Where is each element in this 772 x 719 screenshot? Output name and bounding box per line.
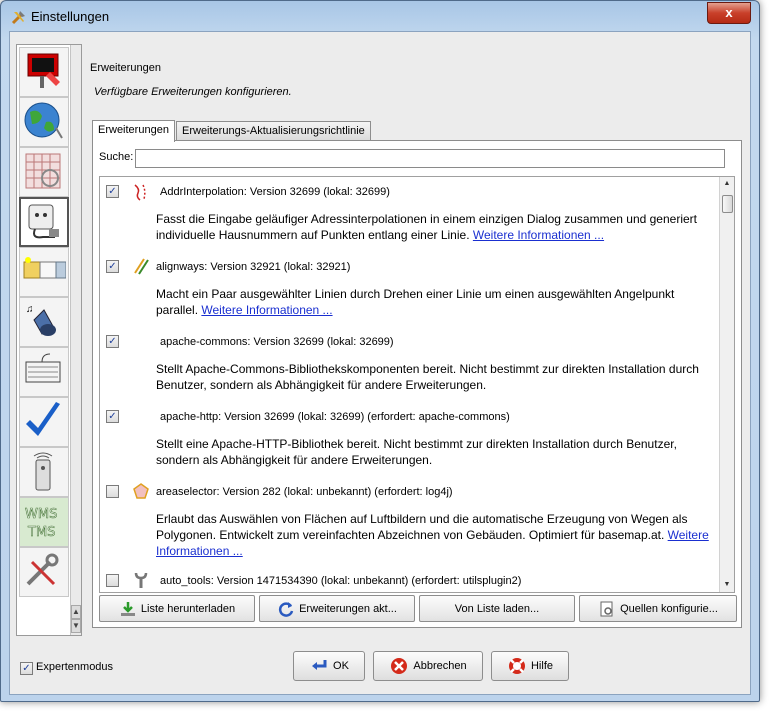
sidebar-scroll-down[interactable]: ▼	[71, 619, 81, 633]
wrench-icon	[134, 572, 148, 588]
sidebar-item-files[interactable]	[19, 247, 69, 297]
scroll-down-arrow[interactable]: ▼	[720, 578, 734, 592]
section-title: Erweiterungen	[90, 62, 161, 74]
refresh-icon	[279, 602, 294, 617]
title-bar: Einstellungen x	[1, 1, 759, 31]
cancel-button[interactable]: Abbrechen	[373, 651, 483, 681]
globe-icon	[24, 102, 63, 139]
address-interpolation-icon	[134, 184, 146, 201]
plugin-description-text: Fasst die Eingabe geläufiger Adressinter…	[156, 212, 697, 242]
ok-button[interactable]: OK	[293, 651, 365, 681]
speaker-icon: ♫	[26, 304, 56, 336]
svg-text:TMS: TMS	[27, 525, 55, 540]
settings-app-icon	[11, 11, 25, 25]
paint-roller-icon	[27, 53, 60, 88]
sidebar-scrollbar[interactable]: ▲ ▼	[70, 45, 81, 635]
plugin-description: Fasst die Eingabe geläufiger Adressinter…	[156, 211, 716, 243]
help-label: Hilfe	[530, 660, 553, 672]
sidebar-item-imagery[interactable]	[19, 147, 69, 197]
tools-icon	[26, 553, 59, 586]
sidebar-item-plugins[interactable]	[19, 197, 69, 247]
sidebar-item-projection[interactable]	[19, 97, 69, 147]
search-input[interactable]	[135, 149, 725, 168]
search-label: Suche:	[99, 151, 134, 163]
plugin-header: auto_tools: Version 1471534390 (lokal: u…	[160, 575, 522, 587]
folders-icon	[23, 257, 67, 279]
sidebar-item-shortcuts[interactable]	[19, 347, 69, 397]
plugin-header: alignways: Version 32921 (lokal: 32921)	[156, 261, 351, 273]
svg-text:WMS: WMS	[25, 507, 57, 522]
plugin-description: Macht ein Paar ausgewählter Linien durch…	[156, 286, 716, 318]
sidebar-item-validator[interactable]	[19, 397, 69, 447]
tab-update-policy[interactable]: Erweiterungs-Aktualisierungsrichtlinie	[176, 121, 371, 141]
cancel-icon	[391, 658, 408, 675]
load-from-list-label: Von Liste laden...	[454, 603, 540, 615]
scroll-up-arrow[interactable]: ▲	[720, 177, 734, 191]
plugin-list: ✓ AddrInterpolation: Version 32699 (loka…	[99, 176, 735, 593]
sidebar-item-wms-tms[interactable]: WMS TMS	[19, 497, 69, 547]
more-info-link[interactable]: Weitere Informationen ...	[473, 228, 604, 242]
sidebar-item-tools[interactable]	[19, 547, 69, 597]
update-plugins-button[interactable]: Erweiterungen akt...	[259, 595, 415, 622]
settings-window: Einstellungen x ♫ WMS TMS ▲ ▼ Erweiterun…	[0, 0, 760, 702]
plugin-button-bar: Liste herunterladen Erweiterungen akt...…	[99, 595, 739, 623]
cancel-label: Abbrechen	[413, 660, 467, 672]
sidebar-scroll-up[interactable]: ▲	[71, 605, 81, 619]
close-button[interactable]: x	[707, 2, 751, 24]
wms-tms-icon: WMS TMS	[25, 507, 58, 541]
download-icon	[120, 602, 135, 617]
settings-sidebar: ♫ WMS TMS ▲ ▼	[16, 44, 82, 636]
tab-plugins[interactable]: Erweiterungen	[92, 120, 175, 142]
grid-map-icon	[25, 153, 61, 189]
plugin-checkbox[interactable]	[106, 574, 119, 587]
plugin-header: areaselector: Version 282 (lokal: unbeka…	[156, 486, 453, 498]
plugin-checkbox[interactable]	[106, 485, 119, 498]
download-list-button[interactable]: Liste herunterladen	[99, 595, 255, 622]
expert-mode-checkbox[interactable]: ✓	[20, 662, 33, 675]
ok-label: OK	[333, 660, 349, 672]
ok-arrow-icon	[312, 660, 327, 671]
help-button[interactable]: Hilfe	[491, 651, 569, 681]
download-list-label: Liste herunterladen	[140, 603, 236, 615]
plugin-header: apache-http: Version 32699 (lokal: 32699…	[160, 411, 510, 423]
expert-mode-label: Expertenmodus	[36, 661, 114, 673]
scroll-thumb[interactable]	[722, 195, 733, 213]
remote-control-icon	[33, 452, 53, 491]
more-info-link[interactable]: Weitere Informationen ...	[201, 303, 332, 317]
sidebar-item-audio[interactable]: ♫	[19, 297, 69, 347]
sidebar-item-display[interactable]	[19, 47, 69, 97]
client-area: ♫ WMS TMS ▲ ▼ Erweiterungen Verfügbare E…	[9, 31, 751, 695]
section-subtitle: Verfügbare Erweiterungen konfigurieren.	[94, 86, 292, 98]
checkmark-icon	[26, 402, 60, 436]
plugin-description-text: Erlaubt das Auswählen von Flächen auf Lu…	[156, 512, 688, 542]
plugin-description: Stellt Apache-Commons-Bibliothekskompone…	[156, 362, 699, 392]
plugin-checkbox[interactable]: ✓	[106, 260, 119, 273]
update-plugins-label: Erweiterungen akt...	[299, 603, 397, 615]
load-from-list-button[interactable]: Von Liste laden...	[419, 595, 575, 622]
alignways-icon	[134, 258, 149, 275]
plugin-checkbox[interactable]: ✓	[106, 335, 119, 348]
sidebar-item-remote[interactable]	[19, 447, 69, 497]
plugin-description: Stellt eine Apache-HTTP-Bibliothek berei…	[156, 437, 677, 467]
plugins-panel: Suche: ✓ AddrInterpolation: Version 3269…	[92, 140, 742, 628]
plugin-header: apache-commons: Version 32699 (lokal: 32…	[160, 336, 394, 348]
help-lifebuoy-icon	[508, 658, 525, 675]
areaselector-icon	[133, 483, 149, 499]
plugin-checkbox[interactable]: ✓	[106, 185, 119, 198]
plugin-checkbox[interactable]: ✓	[106, 410, 119, 423]
configure-sources-icon	[600, 601, 613, 617]
configure-sources-label: Quellen konfigurie...	[620, 603, 718, 615]
keyboard-icon	[25, 353, 61, 383]
configure-sources-button[interactable]: Quellen konfigurie...	[579, 595, 737, 622]
plugin-description: Erlaubt das Auswählen von Flächen auf Lu…	[156, 511, 716, 559]
plugin-list-scrollbar[interactable]: ▲ ▼	[719, 177, 734, 592]
window-title: Einstellungen	[31, 9, 110, 24]
plugin-header: AddrInterpolation: Version 32699 (lokal:…	[160, 186, 390, 198]
svg-text:♫: ♫	[26, 304, 34, 315]
power-plug-icon	[28, 204, 59, 239]
